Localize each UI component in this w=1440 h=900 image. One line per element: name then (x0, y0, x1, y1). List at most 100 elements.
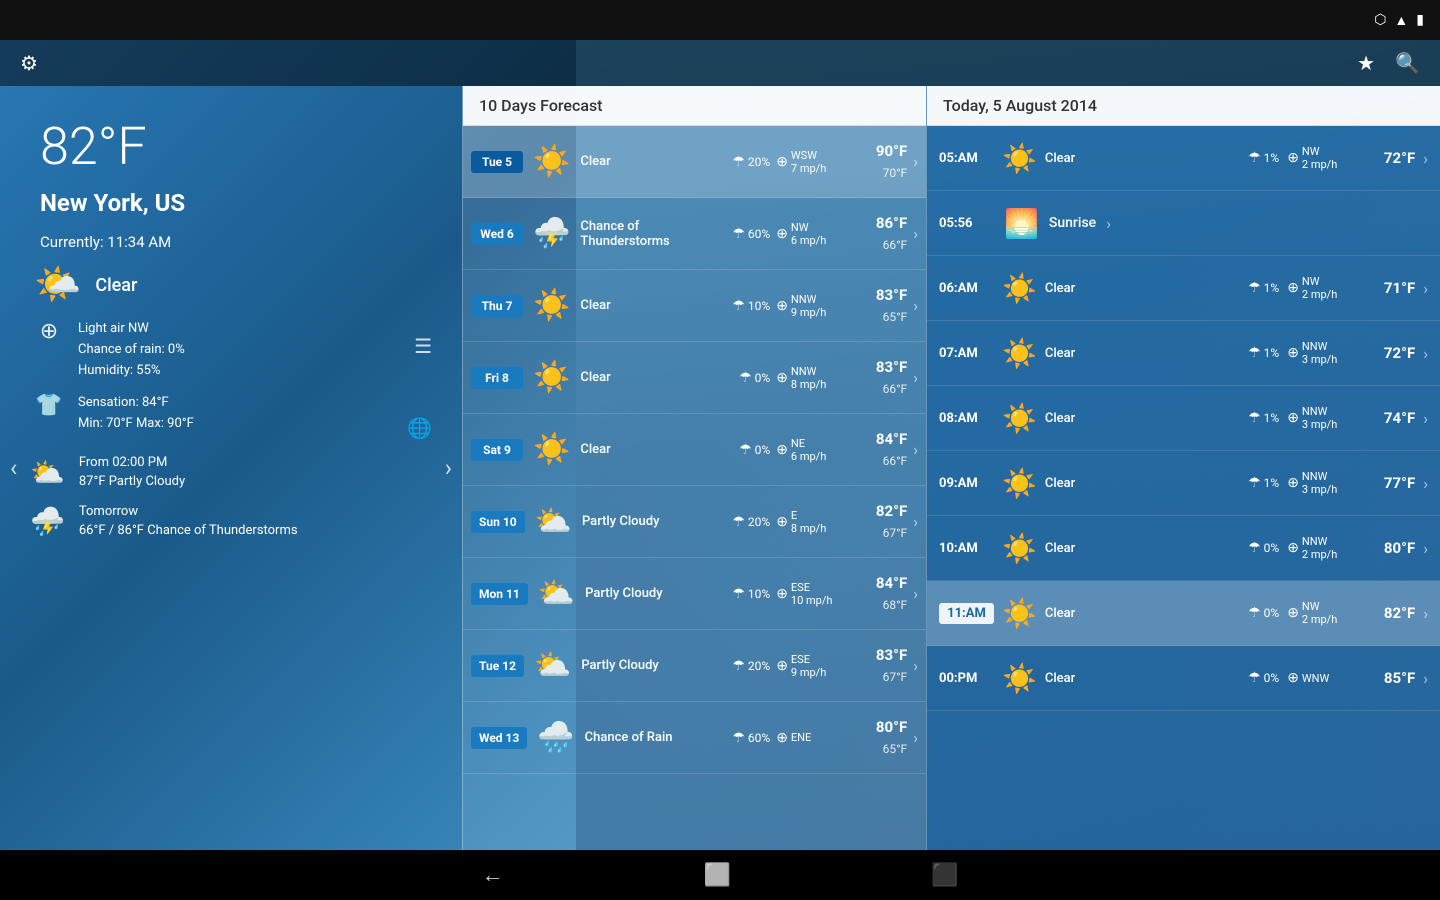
main-content: ‹ › 82°F New York, US Currently: 11:34 A… (0, 86, 1440, 850)
forecast-day-row[interactable]: Mon 11 ⛅ Partly Cloudy ☂ 10% ⊕ ESE10 mp/… (463, 558, 926, 630)
forecast-day-row[interactable]: Fri 8 ☀️ Clear ☂ 0% ⊕ NNW8 mp/h 83°F66°F… (463, 342, 926, 414)
hour-description: Clear (1045, 281, 1240, 296)
wind-compass-icon: ⊕ (776, 298, 788, 314)
battery-icon: ▮ (1416, 12, 1424, 28)
umbrella-icon: ☂ (732, 514, 745, 530)
day-wind: ⊕ NNW9 mp/h (776, 293, 846, 319)
settings-icon[interactable]: ⚙ (20, 51, 38, 75)
favorites-icon[interactable]: ★ (1357, 51, 1375, 75)
wind-compass-icon: ⊕ (776, 442, 788, 458)
hour-umbrella-icon: ☂ (1248, 605, 1261, 621)
forecast-day-row[interactable]: Thu 7 ☀️ Clear ☂ 10% ⊕ NNW9 mp/h 83°F65°… (463, 270, 926, 342)
today-hour-row[interactable]: 09:AM ☀️ Clear ☂ 1% ⊕ NNW3 mp/h 77°F › (927, 451, 1440, 516)
hour-umbrella-icon: ☂ (1248, 345, 1261, 361)
today-hour-row[interactable]: 05:AM ☀️ Clear ☂ 1% ⊕ NW2 mp/h 72°F › (927, 126, 1440, 191)
hour-weather-icon: ☀️ (1002, 662, 1037, 695)
humidity-text: Humidity: 55% (78, 361, 185, 382)
back-button[interactable]: ← (482, 862, 504, 888)
forecast-day-row[interactable]: Tue 12 ⛅ Partly Cloudy ☂ 20% ⊕ ESE9 mp/h… (463, 630, 926, 702)
day-chevron-icon: › (913, 512, 918, 531)
forecast-day-row[interactable]: Wed 6 ⛈️ Chance of Thunderstorms ☂ 60% ⊕… (463, 198, 926, 270)
hour-description: Clear (1045, 606, 1240, 621)
hour-compass-icon: ⊕ (1287, 280, 1299, 296)
current-temperature: 82°F (40, 116, 432, 177)
day-rain-chance: ☂ 20% (732, 514, 770, 530)
umbrella-icon: ☂ (732, 298, 745, 314)
hour-rain-chance: ☂ 1% (1248, 410, 1279, 426)
day-wind: ⊕ E8 mp/h (776, 509, 846, 535)
day-label: Tue 12 (471, 655, 524, 677)
day-weather-icon: ☀️ (533, 288, 570, 323)
afternoon-forecast-label: From 02:00 PM (79, 453, 185, 473)
list-view-icon[interactable]: ☰ (414, 334, 432, 358)
day-rain-chance: ☂ 60% (732, 730, 770, 746)
hour-weather-icon: ☀️ (1002, 532, 1037, 565)
day-description: Clear (580, 154, 726, 169)
wind-compass-icon: ⊕ (776, 730, 788, 746)
today-hour-row[interactable]: 11:AM ☀️ Clear ☂ 0% ⊕ NW2 mp/h 82°F › (927, 581, 1440, 646)
day-weather-icon: ☀️ (533, 144, 570, 179)
hour-description: Clear (1045, 476, 1240, 491)
sunrise-row: 05:56 🌅 Sunrise › (927, 191, 1440, 256)
globe-icon[interactable]: 🌐 (407, 416, 432, 440)
day-temperature: 83°F65°F (852, 285, 907, 327)
forecast-day-row[interactable]: Sun 10 ⛅ Partly Cloudy ☂ 20% ⊕ E8 mp/h 8… (463, 486, 926, 558)
forecast-panel: 10 Days Forecast Tue 5 ☀️ Clear ☂ 20% ⊕ … (462, 86, 926, 850)
hour-wind: ⊕ NNW3 mp/h (1287, 470, 1352, 496)
day-rain-chance: ☂ 20% (732, 154, 770, 170)
hour-compass-icon: ⊕ (1287, 605, 1299, 621)
day-label: Mon 11 (471, 583, 528, 605)
hour-temperature: 74°F (1360, 409, 1415, 427)
hour-wind: ⊕ NW2 mp/h (1287, 145, 1352, 171)
search-icon[interactable]: 🔍 (1395, 51, 1420, 75)
hour-time: 05:AM (939, 151, 994, 166)
nav-prev-arrow[interactable]: ‹ (10, 454, 17, 482)
bottom-navigation: ← ⬜ ⬛ (0, 850, 1440, 900)
day-rain-chance: ☂ 10% (732, 298, 770, 314)
day-chevron-icon: › (913, 224, 918, 243)
bluetooth-icon: ⬡ (1374, 12, 1386, 28)
tomorrow-label: Tomorrow (79, 502, 298, 522)
today-hour-row[interactable]: 08:AM ☀️ Clear ☂ 1% ⊕ NNW3 mp/h 74°F › (927, 386, 1440, 451)
today-hour-row[interactable]: 07:AM ☀️ Clear ☂ 1% ⊕ NNW3 mp/h 72°F › (927, 321, 1440, 386)
umbrella-icon: ☂ (732, 658, 745, 674)
forecast-days-list[interactable]: Tue 5 ☀️ Clear ☂ 20% ⊕ WSW7 mp/h 90°F70°… (463, 126, 926, 774)
today-hour-row[interactable]: 00:PM ☀️ Clear ☂ 0% ⊕ WNW 85°F › (927, 646, 1440, 711)
forecast-day-row[interactable]: Tue 5 ☀️ Clear ☂ 20% ⊕ WSW7 mp/h 90°F70°… (463, 126, 926, 198)
recents-button[interactable]: ⬛ (931, 863, 958, 888)
hour-weather-icon: ☀️ (1002, 597, 1037, 630)
day-label: Wed 6 (471, 223, 523, 245)
today-hours-list[interactable]: 05:AM ☀️ Clear ☂ 1% ⊕ NW2 mp/h 72°F › 05… (927, 126, 1440, 711)
afternoon-forecast-desc: 87°F Partly Cloudy (79, 472, 185, 492)
hour-chevron-icon: › (1423, 149, 1428, 168)
day-label: Fri 8 (471, 367, 523, 389)
umbrella-icon: ☂ (732, 586, 745, 602)
home-button[interactable]: ⬜ (704, 863, 731, 888)
day-description: Partly Cloudy (582, 514, 726, 529)
today-hour-row[interactable]: 10:AM ☀️ Clear ☂ 0% ⊕ NNW2 mp/h 80°F › (927, 516, 1440, 581)
forecast-day-row[interactable]: Sat 9 ☀️ Clear ☂ 0% ⊕ NE6 mp/h 84°F66°F … (463, 414, 926, 486)
current-weather-icon: 🌤️ (34, 263, 81, 307)
today-hour-row[interactable]: 06:AM ☀️ Clear ☂ 1% ⊕ NW2 mp/h 71°F › (927, 256, 1440, 321)
day-weather-icon: ⛅ (534, 648, 571, 683)
umbrella-icon: ☂ (732, 730, 745, 746)
hour-description: Clear (1045, 411, 1240, 426)
hour-weather-icon: ☀️ (1002, 402, 1037, 435)
afternoon-forecast-item: ⛅ From 02:00 PM 87°F Partly Cloudy (30, 453, 432, 492)
hour-umbrella-icon: ☂ (1248, 475, 1261, 491)
hour-rain-chance: ☂ 1% (1248, 475, 1279, 491)
day-weather-icon: ⛅ (535, 504, 572, 539)
hour-compass-icon: ⊕ (1287, 540, 1299, 556)
nav-next-arrow[interactable]: › (445, 454, 452, 482)
hour-time: 10:AM (939, 541, 994, 556)
hour-description: Clear (1045, 541, 1240, 556)
day-temperature: 90°F70°F (852, 141, 907, 183)
hour-wind: ⊕ NNW3 mp/h (1287, 405, 1352, 431)
day-temperature: 84°F68°F (852, 573, 907, 615)
forecast-day-row[interactable]: Wed 13 🌧️ Chance of Rain ☂ 60% ⊕ ENE 80°… (463, 702, 926, 774)
hour-umbrella-icon: ☂ (1248, 150, 1261, 166)
day-temperature: 80°F65°F (852, 717, 907, 759)
day-wind: ⊕ WSW7 mp/h (776, 149, 846, 175)
day-weather-icon: ☀️ (533, 360, 570, 395)
hour-weather-icon: ☀️ (1002, 337, 1037, 370)
